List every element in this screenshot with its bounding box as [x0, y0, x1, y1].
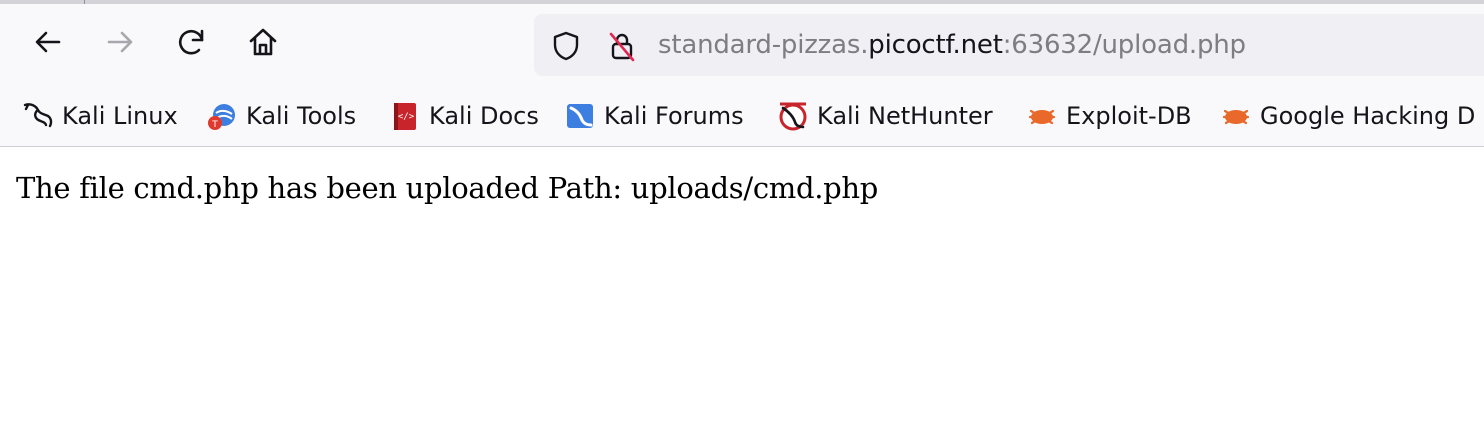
exploit-db-icon [1220, 100, 1252, 132]
bookmark-exploit-db[interactable]: Exploit-DB [1026, 98, 1192, 134]
back-button[interactable] [28, 22, 68, 62]
bookmark-label: Kali Docs [429, 102, 539, 130]
upload-result-message: The file cmd.php has been uploaded Path:… [16, 171, 879, 205]
home-button[interactable] [243, 22, 283, 62]
insecure-lock-icon[interactable] [606, 30, 638, 62]
reload-button[interactable] [172, 22, 212, 62]
svg-text:T: T [211, 120, 218, 130]
kali-forums-icon [564, 100, 596, 132]
exploit-db-icon [1026, 100, 1058, 132]
shield-icon[interactable] [550, 30, 582, 62]
bookmark-label: Google Hacking D [1260, 102, 1476, 130]
svg-text:</>: </> [398, 112, 415, 122]
kali-dragon-icon [22, 100, 54, 132]
url-subdomain: standard-pizzas. [658, 30, 869, 60]
reload-icon [175, 25, 209, 59]
address-bar[interactable]: standard-pizzas.picoctf.net:63632/upload… [534, 14, 1484, 76]
browser-window: standard-pizzas.picoctf.net:63632/upload… [0, 0, 1484, 446]
bookmark-kali-nethunter[interactable]: Kali NetHunter [777, 98, 993, 134]
bookmark-kali-docs[interactable]: </> Kali Docs [389, 98, 539, 134]
url-text[interactable]: standard-pizzas.picoctf.net:63632/upload… [658, 27, 1246, 63]
bookmark-kali-forums[interactable]: Kali Forums [564, 98, 744, 134]
bookmark-kali-linux[interactable]: Kali Linux [22, 98, 178, 134]
bookmark-label: Exploit-DB [1066, 102, 1192, 130]
kali-docs-icon: </> [389, 100, 421, 132]
bookmark-label: Kali Forums [604, 102, 744, 130]
bookmark-label: Kali Tools [246, 102, 357, 130]
bookmark-label: Kali NetHunter [817, 102, 993, 130]
url-domain: picoctf.net [868, 30, 1003, 60]
forward-button[interactable] [100, 22, 140, 62]
bookmarks-toolbar: Kali Linux T Kali Tools </> Kali Docs Ka… [0, 86, 1484, 147]
url-path: :63632/upload.php [1002, 30, 1246, 60]
kali-tools-icon: T [206, 100, 238, 132]
bookmark-label: Kali Linux [62, 102, 178, 130]
arrow-right-icon [103, 25, 137, 59]
bookmark-google-hacking-db[interactable]: Google Hacking D [1220, 98, 1475, 134]
kali-nethunter-icon [777, 100, 809, 132]
page-content: The file cmd.php has been uploaded Path:… [0, 147, 1484, 446]
bookmark-kali-tools[interactable]: T Kali Tools [206, 98, 356, 134]
home-icon [246, 25, 280, 59]
arrow-left-icon [31, 25, 65, 59]
navigation-toolbar: standard-pizzas.picoctf.net:63632/upload… [0, 4, 1484, 86]
